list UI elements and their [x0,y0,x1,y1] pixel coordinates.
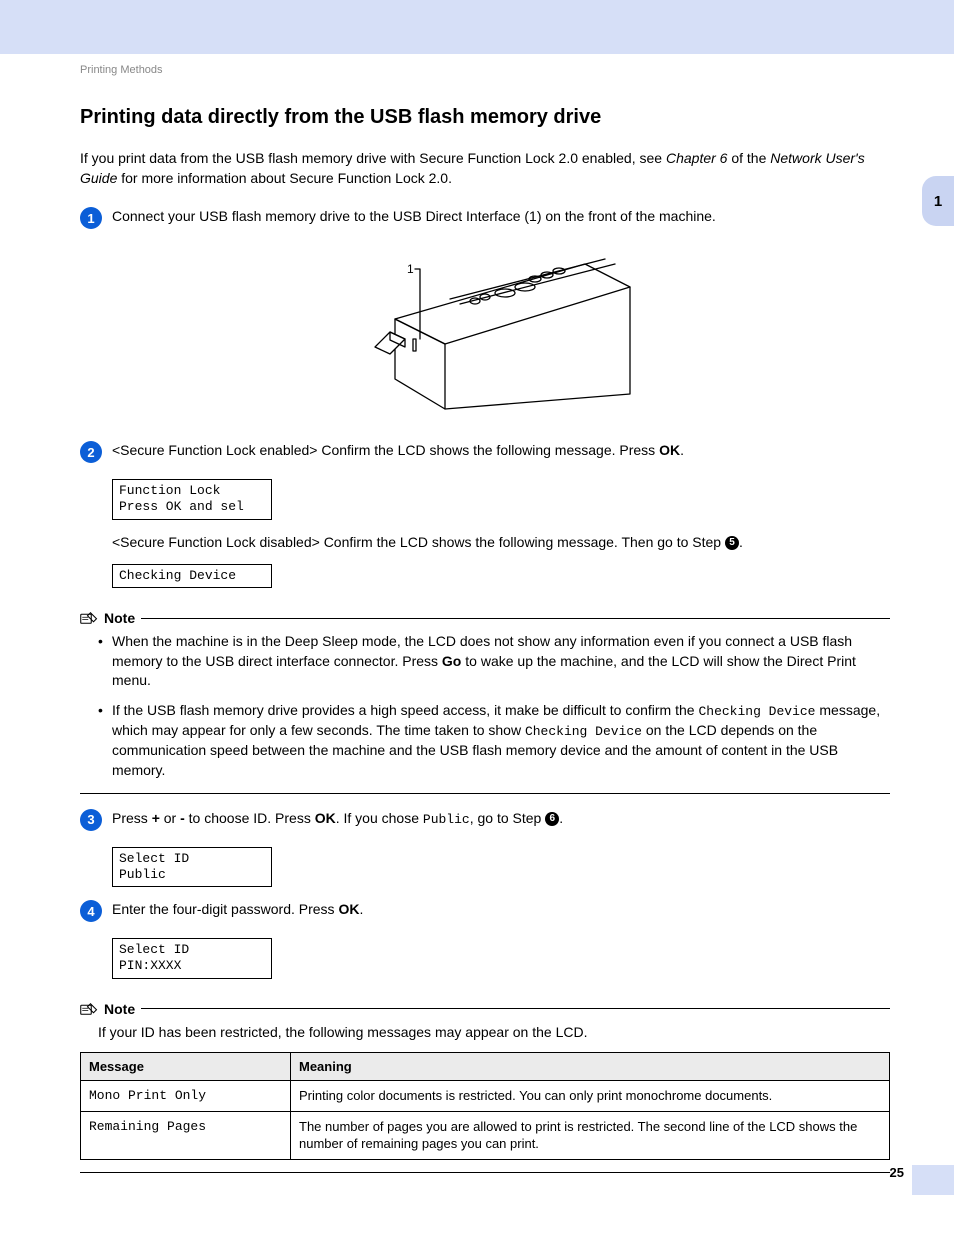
key-label: Go [442,653,461,669]
note-item: When the machine is in the Deep Sleep mo… [98,632,890,691]
lcd-display-box: Function Lock Press OK and sel [112,479,272,520]
usb-diagram: 1 [80,239,890,422]
note-title: Note [104,1001,135,1017]
note-block-1: Note When the machine is in the Deep Sle… [80,610,890,793]
lcd-line: Select ID [119,851,189,866]
step-text: <Secure Function Lock enabled> Confirm t… [112,442,659,458]
table-header-message: Message [81,1053,291,1081]
lcd-display-box: Select ID Public [112,847,272,888]
top-accent-bar [0,0,954,54]
step-text: Press [112,810,152,826]
page-title: Printing data directly from the USB flas… [80,106,890,129]
intro-chapter-ref: Chapter 6 [666,150,727,166]
step-number-icon: 1 [80,207,102,229]
note-divider [80,793,890,794]
lcd-line: PIN:XXXX [119,958,181,973]
intro-text: for more information about Secure Functi… [117,170,452,186]
step-text: . [559,810,563,826]
key-label: + [152,810,160,826]
lcd-display-box: Select ID PIN:XXXX [112,938,272,979]
note-divider [141,618,890,619]
lcd-message-inline: Public [423,812,470,827]
table-header-meaning: Meaning [291,1053,890,1081]
step-text: , go to Step [470,810,546,826]
table-cell-meaning: Printing color documents is restricted. … [291,1081,890,1112]
table-cell-meaning: The number of pages you are allowed to p… [291,1111,890,1159]
note-item: If the USB flash memory drive provides a… [98,701,890,781]
breadcrumb: Printing Methods [80,64,890,76]
step-text: . If you chose [336,810,423,826]
step-3-text: Press + or - to choose ID. Press OK. If … [112,808,890,830]
step-text: . [739,534,743,550]
step-number-icon: 2 [80,441,102,463]
bottom-accent [912,1165,954,1195]
note-title: Note [104,610,135,626]
diagram-callout-label: 1 [407,262,414,276]
intro-paragraph: If you print data from the USB flash mem… [80,149,890,188]
step-4: 4 Enter the four-digit password. Press O… [80,899,890,922]
step-reference-icon: 5 [725,536,739,550]
step-text: . [359,901,363,917]
note-divider [80,1172,890,1173]
message-table: Message Meaning Mono Print Only Printing… [80,1052,890,1160]
lcd-display-box: Checking Device [112,564,272,588]
step-number-icon: 3 [80,809,102,831]
page-main: Printing Methods Printing data directly … [80,64,890,1187]
intro-text: of the [727,150,770,166]
step-text: <Secure Function Lock disabled> Confirm … [112,534,725,550]
note-pencil-icon [80,1002,98,1016]
table-cell-message: Mono Print Only [81,1081,291,1112]
step-number-icon: 4 [80,900,102,922]
step-1: 1 Connect your USB flash memory drive to… [80,206,890,229]
table-row: Mono Print Only Printing color documents… [81,1081,890,1112]
lcd-line: Function Lock [119,483,220,498]
printer-illustration-icon: 1 [335,239,635,419]
step-1-text: Connect your USB flash memory drive to t… [112,206,890,226]
table-cell-message: Remaining Pages [81,1111,291,1159]
step-3: 3 Press + or - to choose ID. Press OK. I… [80,808,890,831]
note-2-text: If your ID has been restricted, the foll… [98,1023,890,1043]
key-label: OK [338,901,359,917]
step-text: or [160,810,180,826]
intro-text: If you print data from the USB flash mem… [80,150,666,166]
step-text: to choose ID. Press [185,810,315,826]
lcd-line: Press OK and sel [119,499,244,514]
lcd-line: Checking Device [119,568,236,583]
note-text: If the USB flash memory drive provides a… [112,702,698,718]
note-pencil-icon [80,611,98,625]
step-reference-icon: 6 [545,812,559,826]
lcd-message-inline: Checking Device [698,704,815,719]
step-text: Enter the four-digit password. Press [112,901,338,917]
lcd-line: Public [119,867,166,882]
note-block-2: Note If your ID has been restricted, the… [80,1001,890,1173]
lcd-message-inline: Checking Device [525,724,642,739]
lcd-line: Select ID [119,942,189,957]
step-text: . [680,442,684,458]
key-label: OK [315,810,336,826]
step-2-text: <Secure Function Lock enabled> Confirm t… [112,440,890,460]
page-number: 25 [890,1165,904,1180]
step-4-text: Enter the four-digit password. Press OK. [112,899,890,919]
chapter-side-tab: 1 [922,176,954,226]
step-2: 2 <Secure Function Lock enabled> Confirm… [80,440,890,463]
key-label: OK [659,442,680,458]
step-2-disabled-text: <Secure Function Lock disabled> Confirm … [112,532,890,552]
table-row: Remaining Pages The number of pages you … [81,1111,890,1159]
note-divider [141,1008,890,1009]
